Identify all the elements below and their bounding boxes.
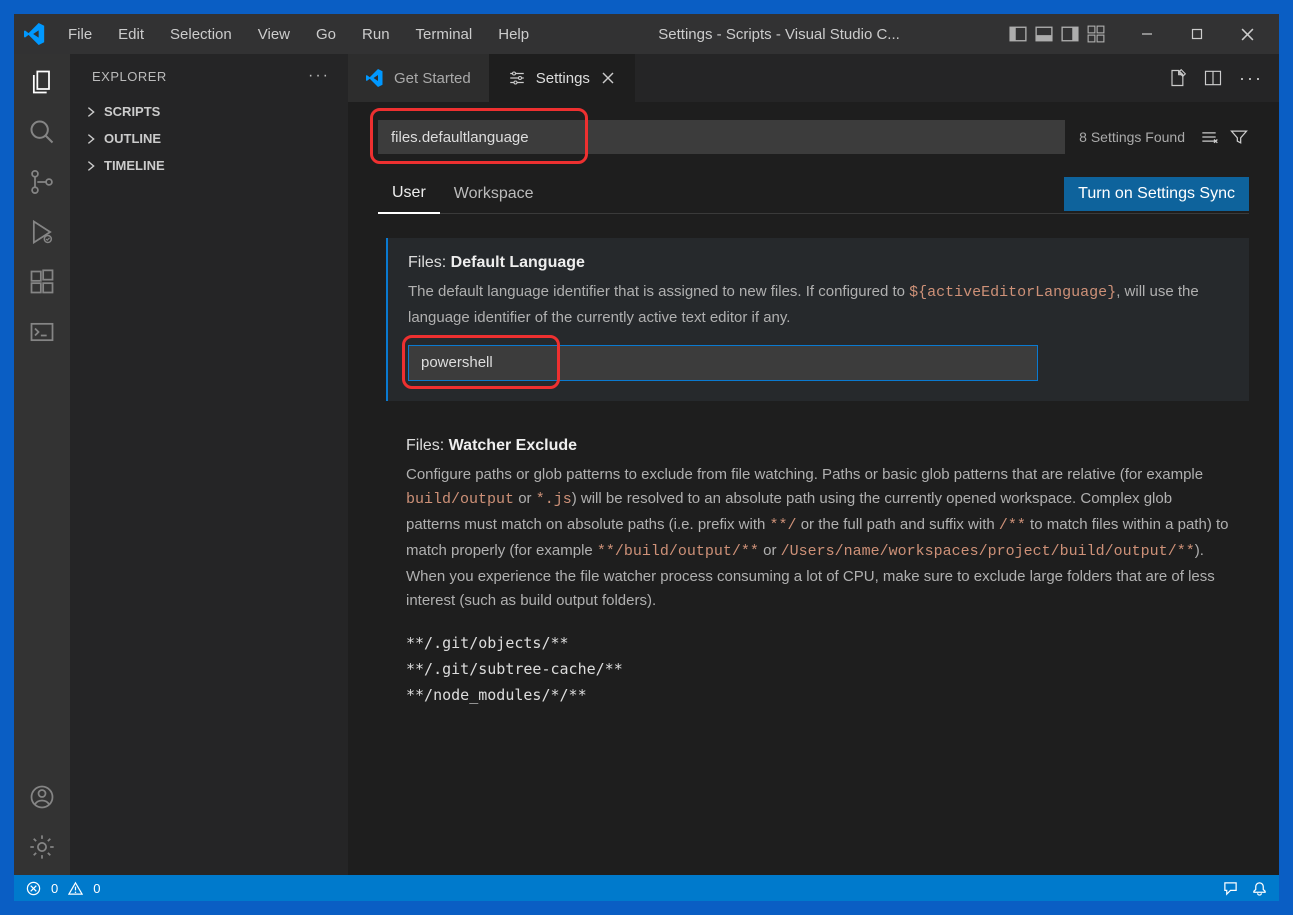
accounts-icon[interactable] [28,783,56,811]
vscode-window: File Edit Selection View Go Run Terminal… [14,14,1279,901]
bell-icon[interactable] [1252,881,1267,896]
menu-selection[interactable]: Selection [160,22,242,47]
sidebar-section-outline[interactable]: OUTLINE [70,125,348,152]
settings-search-input[interactable] [378,120,1065,154]
scope-tab-user[interactable]: User [378,174,440,214]
clear-search-icon[interactable] [1199,127,1219,147]
settings-scope-tabs: User Workspace Turn on Settings Sync [378,174,1249,214]
terminal-panel-icon[interactable] [28,318,56,346]
sidebar-title: EXPLORER [92,69,167,84]
sidebar-section-scripts[interactable]: SCRIPTS [70,98,348,125]
tab-label: Settings [536,70,590,87]
menu-view[interactable]: View [248,22,300,47]
sidebar-more-icon[interactable]: ··· [308,67,330,85]
close-tab-icon[interactable] [600,70,616,86]
setting-files-watcher-exclude: Files: Watcher Exclude Configure paths o… [386,421,1249,729]
setting-description: The default language identifier that is … [408,280,1229,331]
feedback-icon[interactable] [1223,881,1238,896]
menu-edit[interactable]: Edit [108,22,154,47]
split-editor-icon[interactable] [1203,68,1223,88]
layout-bottom-icon[interactable] [1035,25,1053,43]
warning-count[interactable]: 0 [93,881,100,896]
layout-left-icon[interactable] [1009,25,1027,43]
tab-label: Get Started [394,70,471,87]
setting-files-default-language: Files: Default Language The default lang… [386,238,1249,401]
filter-icon[interactable] [1229,127,1249,147]
layout-grid-icon[interactable] [1087,25,1105,43]
settings-sliders-icon [508,69,526,87]
tab-bar: Get Started Settings ··· [348,54,1279,102]
chevron-right-icon [84,132,98,146]
sidebar-section-label: SCRIPTS [104,104,160,119]
titlebar: File Edit Selection View Go Run Terminal… [14,14,1279,54]
menu-help[interactable]: Help [488,22,539,47]
error-icon[interactable] [26,881,41,896]
editor-area: Get Started Settings ··· [348,54,1279,875]
chevron-right-icon [84,105,98,119]
menu-go[interactable]: Go [306,22,346,47]
menu-run[interactable]: Run [352,22,400,47]
more-actions-icon[interactable]: ··· [1239,68,1263,89]
setting-title: Files: Watcher Exclude [406,437,1229,455]
close-window-button[interactable] [1225,14,1269,54]
maximize-button[interactable] [1175,14,1219,54]
extensions-icon[interactable] [28,268,56,296]
open-settings-json-icon[interactable] [1167,68,1187,88]
tab-settings[interactable]: Settings [490,54,635,102]
chevron-right-icon [84,159,98,173]
settings-sync-button[interactable]: Turn on Settings Sync [1064,177,1249,211]
status-bar: 0 0 [14,875,1279,901]
setting-default-language-input[interactable] [408,345,1038,381]
activity-bar [14,54,70,875]
scope-tab-workspace[interactable]: Workspace [440,175,548,213]
layout-right-icon[interactable] [1061,25,1079,43]
settings-panel: 8 Settings Found User Workspace Turn on … [348,102,1279,875]
watcher-exclude-list: **/.git/objects/** **/.git/subtree-cache… [406,630,1229,708]
tab-get-started[interactable]: Get Started [348,54,490,102]
exclude-item[interactable]: **/.git/subtree-cache/** [406,656,1229,682]
exclude-item[interactable]: **/node_modules/*/** [406,682,1229,708]
error-count[interactable]: 0 [51,881,58,896]
source-control-icon[interactable] [28,168,56,196]
setting-title: Files: Default Language [408,254,1229,272]
sidebar-section-label: OUTLINE [104,131,161,146]
menu-file[interactable]: File [58,22,102,47]
search-icon[interactable] [28,118,56,146]
setting-description: Configure paths or glob patterns to excl… [406,463,1229,615]
window-title: Settings - Scripts - Visual Studio C... [545,26,1003,43]
settings-list[interactable]: Files: Default Language The default lang… [378,238,1249,798]
sidebar-section-label: TIMELINE [104,158,165,173]
settings-found-label: 8 Settings Found [1079,129,1185,145]
warning-icon[interactable] [68,881,83,896]
run-debug-icon[interactable] [28,218,56,246]
exclude-item[interactable]: **/.git/objects/** [406,630,1229,656]
sidebar-section-timeline[interactable]: TIMELINE [70,152,348,179]
vscode-logo-icon [366,69,384,87]
manage-gear-icon[interactable] [28,833,56,861]
vscode-logo-icon [24,23,46,45]
menu-terminal[interactable]: Terminal [406,22,483,47]
minimize-button[interactable] [1125,14,1169,54]
explorer-icon[interactable] [28,68,56,96]
explorer-sidebar: EXPLORER ··· SCRIPTS OUTLINE TIMELINE [70,54,348,875]
